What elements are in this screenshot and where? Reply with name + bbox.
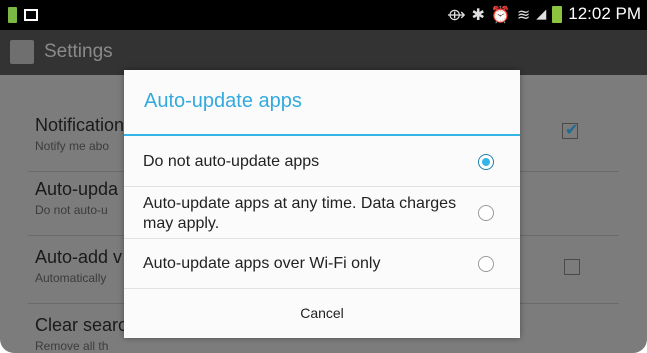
dialog-title: Auto-update apps — [144, 90, 302, 112]
divider — [124, 186, 520, 187]
battery-icon — [552, 5, 563, 23]
auto-add-checkbox[interactable] — [564, 259, 580, 275]
image-icon — [24, 9, 38, 21]
option-auto-update-any-time[interactable]: Auto-update apps at any time. Data charg… — [143, 194, 473, 234]
phone-screen: ⟴ ✱ ⏰ ≋ ◢ 12:02 PM Settings Notification… — [0, 0, 647, 353]
alarm-icon: ⏰ — [490, 4, 511, 24]
divider — [124, 238, 520, 239]
radio-auto-update-wifi-only[interactable] — [478, 256, 494, 272]
option-do-not-auto-update[interactable]: Do not auto-update apps — [143, 152, 319, 172]
signal-icon: ◢ — [536, 6, 547, 22]
wifi-icon: ≋ — [516, 4, 531, 24]
auto-update-dialog: Auto-update apps Do not auto-update apps… — [124, 70, 520, 338]
settings-item-subtitle: Remove all th — [35, 339, 109, 353]
option-auto-update-wifi-only[interactable]: Auto-update apps over Wi-Fi only — [143, 254, 380, 274]
page-title: Settings — [44, 41, 113, 62]
notifications-checkbox[interactable]: ✔ — [562, 120, 579, 139]
status-time: 12:02 PM — [568, 4, 641, 23]
radio-auto-update-any-time[interactable] — [478, 205, 494, 221]
status-bar: ⟴ ✱ ⏰ ≋ ◢ 12:02 PM — [0, 0, 647, 30]
nfc-icon: ⟴ — [446, 4, 466, 24]
bluetooth-icon: ✱ — [471, 4, 485, 24]
radio-do-not-auto-update[interactable] — [478, 154, 494, 170]
dialog-title-divider — [124, 134, 520, 136]
cancel-button[interactable]: Cancel — [124, 288, 520, 338]
store-icon[interactable] — [10, 40, 34, 64]
check-icon: ✔ — [565, 120, 579, 139]
action-bar: Settings — [0, 30, 647, 75]
battery-icon-small — [8, 7, 17, 23]
